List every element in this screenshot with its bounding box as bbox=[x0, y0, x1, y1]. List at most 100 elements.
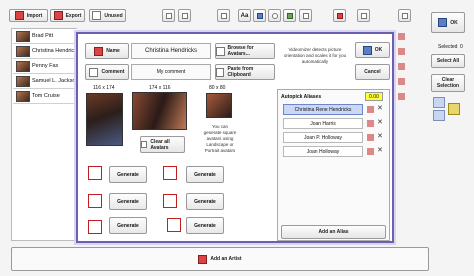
artist-row[interactable]: Penny Fax bbox=[13, 59, 77, 74]
portrait-size-label: 116 x 174 bbox=[93, 85, 115, 91]
row-action-icons bbox=[397, 31, 411, 101]
generate-slot[interactable] bbox=[167, 218, 181, 232]
edit-icon[interactable] bbox=[398, 63, 405, 70]
tool-button-6[interactable] bbox=[333, 9, 346, 22]
generate-button[interactable]: Generate bbox=[186, 166, 224, 183]
add-artist-icon bbox=[198, 254, 208, 264]
tool-button-8[interactable] bbox=[398, 9, 411, 22]
generate-slot[interactable] bbox=[88, 220, 102, 234]
tool-button-5[interactable] bbox=[299, 9, 312, 22]
edit-alias-icon[interactable] bbox=[367, 120, 374, 127]
comment-icon bbox=[89, 67, 99, 77]
generate-slot[interactable] bbox=[163, 194, 177, 208]
artist-row[interactable]: Tom Cruise bbox=[13, 89, 77, 104]
view-grid-button[interactable] bbox=[162, 9, 175, 22]
refresh-icon bbox=[271, 12, 278, 19]
select-all-button[interactable]: Select All bbox=[431, 54, 465, 68]
tool-icon bbox=[220, 12, 227, 19]
artist-row[interactable]: Christina Hendricks bbox=[13, 44, 80, 59]
font-button[interactable]: Aa bbox=[238, 9, 251, 22]
artist-thumbnail bbox=[16, 46, 30, 57]
clear-selection-button[interactable]: Clear Selection bbox=[431, 74, 465, 92]
delete-alias-icon[interactable]: ✕ bbox=[377, 133, 384, 141]
dialog-ok-button[interactable]: OK bbox=[355, 42, 390, 58]
right-panel: Selected 0 bbox=[428, 40, 468, 240]
tag-icon bbox=[286, 12, 293, 19]
box-icon bbox=[360, 12, 367, 19]
checkbox-icon bbox=[438, 18, 448, 27]
main-ok-button[interactable]: OK bbox=[431, 12, 465, 33]
unused-button[interactable]: Unused bbox=[89, 9, 126, 22]
artist-row[interactable]: Brad Pitt bbox=[13, 29, 77, 44]
delete-alias-icon[interactable]: ✕ bbox=[377, 119, 384, 127]
alias-item[interactable]: Joan P. Holloway bbox=[283, 132, 363, 143]
alias-item[interactable]: Christina Rene Hendricks bbox=[283, 104, 363, 115]
tool-button-2[interactable] bbox=[253, 9, 266, 22]
generate-button[interactable]: Generate bbox=[186, 217, 224, 234]
artist-name: Christina Hendricks bbox=[32, 48, 80, 54]
view-list-button[interactable] bbox=[178, 9, 191, 22]
generate-slot[interactable] bbox=[163, 166, 177, 180]
edit-artist-dialog: Name Christina Hendricks Comment My comm… bbox=[76, 32, 394, 243]
export-icon bbox=[53, 11, 63, 20]
artist-row[interactable]: Samuel L. Jackson bbox=[13, 74, 78, 89]
alias-item[interactable]: Joan Holloway bbox=[283, 146, 363, 157]
generate-slot[interactable] bbox=[88, 194, 102, 208]
tool-button-1[interactable] bbox=[217, 9, 230, 22]
edit-icon[interactable] bbox=[398, 78, 405, 85]
dialog-cancel-button[interactable]: Cancel bbox=[355, 64, 390, 80]
generate-button[interactable]: Generate bbox=[109, 217, 147, 234]
generate-button[interactable]: Generate bbox=[109, 166, 147, 183]
name-field[interactable]: Christina Hendricks bbox=[131, 43, 211, 59]
edit-icon[interactable] bbox=[398, 33, 405, 40]
landscape-avatar[interactable] bbox=[132, 92, 187, 130]
generate-slot[interactable] bbox=[88, 166, 102, 180]
artist-name: Brad Pitt bbox=[32, 33, 54, 39]
import-button[interactable]: Import bbox=[9, 9, 48, 22]
add-artist-button[interactable]: Add an Artist bbox=[11, 247, 429, 271]
landscape-size-label: 174 x 116 bbox=[149, 85, 171, 91]
generate-button[interactable]: Generate bbox=[186, 193, 224, 210]
browse-avatars-button[interactable]: Browse for Avatars... bbox=[215, 43, 275, 59]
group-icon[interactable] bbox=[433, 97, 445, 108]
delete-alias-icon[interactable]: ✕ bbox=[377, 105, 384, 113]
artist-name: Penny Fax bbox=[32, 63, 59, 69]
filter-icon bbox=[302, 12, 309, 19]
tool-button-4[interactable] bbox=[283, 9, 296, 22]
autopick-label: Autopick Aliases bbox=[281, 94, 322, 100]
tool-button-7[interactable] bbox=[357, 9, 370, 22]
image-icon bbox=[256, 12, 263, 19]
clipboard-icon bbox=[216, 67, 225, 77]
edit-alias-icon[interactable] bbox=[367, 106, 374, 113]
import-icon bbox=[14, 11, 24, 20]
delete-alias-icon[interactable]: ✕ bbox=[377, 147, 384, 155]
portrait-avatar[interactable] bbox=[86, 93, 123, 146]
comment-field[interactable]: My comment bbox=[131, 64, 211, 80]
tool-button-3[interactable] bbox=[268, 9, 281, 22]
alias-item[interactable]: Joan Harris bbox=[283, 118, 363, 129]
square-avatar[interactable] bbox=[206, 93, 232, 118]
clear-avatars-button[interactable]: Clear all Avatars bbox=[140, 136, 185, 153]
merge-icon[interactable] bbox=[448, 103, 460, 115]
artist-thumbnail bbox=[16, 31, 30, 42]
group-icon[interactable] bbox=[433, 110, 445, 121]
box-icon bbox=[401, 12, 408, 19]
artist-name: Tom Cruise bbox=[32, 93, 60, 99]
export-button[interactable]: Export bbox=[50, 9, 85, 22]
square-size-label: 80 x 80 bbox=[209, 85, 226, 91]
edit-alias-icon[interactable] bbox=[367, 148, 374, 155]
edit-icon[interactable] bbox=[398, 48, 405, 55]
grid-icon bbox=[165, 12, 172, 19]
comment-button[interactable]: Comment bbox=[85, 64, 129, 80]
add-alias-button[interactable]: Add an Alias bbox=[281, 225, 386, 239]
edit-icon[interactable] bbox=[398, 93, 405, 100]
font-icon: Aa bbox=[240, 12, 249, 19]
list-icon bbox=[181, 12, 188, 19]
name-button[interactable]: Name bbox=[85, 43, 129, 59]
autopick-value[interactable]: 0.00 bbox=[365, 92, 383, 101]
selected-label: Selected bbox=[438, 44, 458, 50]
paste-clipboard-button[interactable]: Paste from Clipboard bbox=[215, 64, 275, 80]
unused-icon bbox=[92, 11, 102, 20]
generate-button[interactable]: Generate bbox=[109, 193, 147, 210]
edit-alias-icon[interactable] bbox=[367, 134, 374, 141]
